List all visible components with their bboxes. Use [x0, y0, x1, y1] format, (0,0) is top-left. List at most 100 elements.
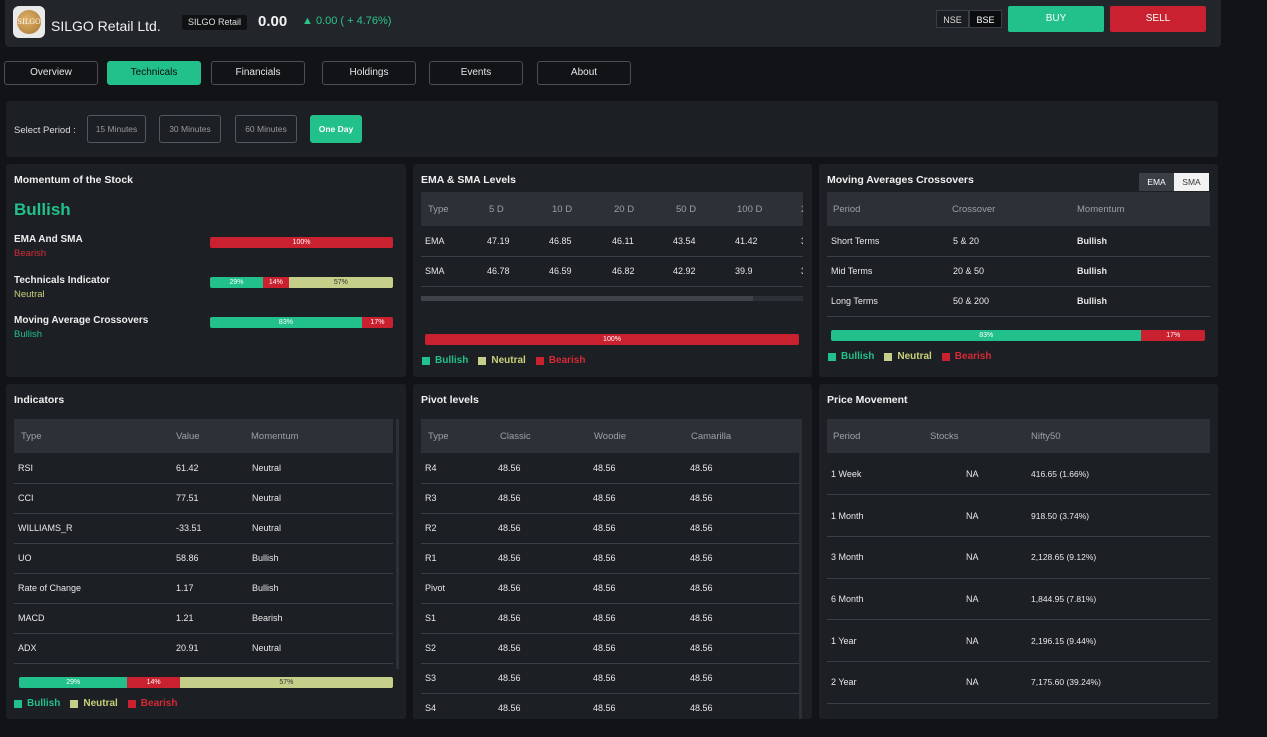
price-change: ▲ 0.00 ( + 4.76%) [302, 15, 391, 27]
table-cell: 3 [791, 226, 803, 257]
table-header-row: Type 5 D 10 D 20 D 50 D 100 D 2 [421, 192, 803, 226]
table-cell: 1.21 [168, 603, 251, 634]
legend-bullish: Bullish [14, 698, 60, 709]
period-15-minutes[interactable]: 15 Minutes [87, 115, 146, 143]
nse-toggle[interactable]: NSE [936, 10, 969, 28]
price-movement-table: Period Stocks Nifty50 1 Week NA 416.65 (1.… [827, 419, 1210, 704]
table-cell: ADX [14, 633, 168, 664]
pivot-table: Type Classic Woodie Camarilla R4 48.56 48.… [421, 419, 799, 719]
tab-holdings[interactable]: Holdings [322, 61, 416, 85]
table-cell: R2 [421, 513, 497, 544]
sma-toggle[interactable]: SMA [1174, 173, 1209, 191]
bar-segment: 83% [210, 317, 362, 328]
table-cell: 5 & 20 [952, 226, 1077, 257]
neutral-swatch [70, 699, 79, 708]
period-60-minutes[interactable]: 60 Minutes [235, 115, 297, 143]
table-cell: S1 [421, 603, 497, 634]
col-momentum: Momentum [251, 419, 393, 453]
col-classic: Classic [497, 419, 592, 453]
table-row: 6 Month NA 1,844.95 (7.81%) [827, 578, 1210, 621]
table-cell: NA [930, 578, 1031, 621]
table-cell: Bullish [1077, 226, 1210, 257]
table-cell: R4 [421, 453, 497, 484]
stock-header: SILGO SILGO Retail Ltd. SILGO Retail 0.0… [5, 0, 1221, 47]
table-cell: 42.92 [667, 256, 729, 287]
momentum-row-name: EMA And SMA [14, 234, 83, 245]
bar-segment: 57% [179, 677, 393, 688]
table-row: S3 48.56 48.56 48.56 [421, 663, 799, 694]
tab-events[interactable]: Events [429, 61, 523, 85]
table-cell: 20 & 50 [952, 256, 1077, 287]
table-row: RSI 61.42 Neutral [14, 453, 393, 484]
ema-sma-title: EMA & SMA Levels [421, 174, 516, 186]
col-5d: 5 D [481, 192, 543, 226]
bullish-swatch [422, 356, 430, 365]
table-cell: UO [14, 543, 168, 574]
col-nifty50: Nifty50 [1031, 419, 1210, 453]
table-cell: 50 & 200 [952, 286, 1077, 317]
table-row: 3 Month NA 2,128.65 (9.12%) [827, 536, 1210, 579]
table-cell: 48.56 [689, 663, 799, 694]
bullish-swatch [828, 352, 836, 361]
table-cell: 48.56 [689, 693, 799, 719]
momentum-bar: 100% [210, 237, 393, 248]
col-200d: 2 [791, 192, 803, 226]
scrollbar-thumb[interactable] [421, 296, 754, 301]
indicators-bar: 29% 14% 57% [19, 677, 393, 688]
ema-toggle[interactable]: EMA [1139, 173, 1174, 191]
table-cell: 48.56 [689, 483, 799, 514]
tab-about[interactable]: About [537, 61, 631, 85]
table-cell: 46.82 [605, 256, 667, 287]
table-cell: 48.56 [689, 513, 799, 544]
vertical-scrollbar[interactable] [396, 419, 399, 669]
table-cell: Bullish [1077, 286, 1210, 317]
table-cell: NA [930, 453, 1031, 496]
table-row: R3 48.56 48.56 48.56 [421, 483, 799, 514]
bse-toggle[interactable]: BSE [969, 10, 1002, 28]
table-row: Rate of Change 1.17 Bullish [14, 573, 393, 604]
period-one-day[interactable]: One Day [310, 115, 362, 143]
col-stocks: Stocks [930, 419, 1031, 453]
table-cell: NA [930, 619, 1031, 662]
tab-overview[interactable]: Overview [4, 61, 98, 85]
momentum-panel: Momentum of the Stock Bullish EMA And SM… [6, 164, 406, 377]
legend-label: Bullish [841, 351, 875, 362]
vertical-scrollbar[interactable] [799, 419, 802, 719]
table-cell: 48.56 [497, 633, 592, 664]
momentum-title: Momentum of the Stock [14, 174, 134, 186]
price-change-value: 0.00 ( + 4.76%) [315, 15, 392, 27]
table-cell: Neutral [251, 483, 393, 514]
legend-neutral: Neutral [478, 355, 526, 366]
table-cell: 6 Month [827, 578, 930, 621]
table-cell: Neutral [251, 453, 393, 484]
table-row: R2 48.56 48.56 48.56 [421, 513, 799, 544]
horizontal-scrollbar[interactable] [421, 296, 803, 301]
company-logo: SILGO [13, 6, 45, 38]
sell-button[interactable]: SELL [1110, 6, 1206, 32]
table-cell: 2 Year [827, 661, 930, 704]
momentum-row-name: Moving Average Crossovers [14, 315, 149, 326]
tab-technicals[interactable]: Technicals [107, 61, 201, 85]
legend: Bullish Neutral Bearish [14, 698, 177, 709]
table-header-row: Type Value Momentum [14, 419, 393, 453]
table-header-row: Period Stocks Nifty50 [827, 419, 1210, 453]
tab-financials[interactable]: Financials [211, 61, 305, 85]
momentum-row-status: Bullish [14, 329, 42, 340]
ema-sma-table-wrap[interactable]: Type 5 D 10 D 20 D 50 D 100 D 2 EMA 47.1… [421, 192, 803, 287]
table-cell: S3 [421, 663, 497, 694]
table-cell: WILLIAMS_R [14, 513, 168, 544]
buy-button[interactable]: BUY [1008, 6, 1104, 32]
period-30-minutes[interactable]: 30 Minutes [159, 115, 221, 143]
table-row: MACD 1.21 Bearish [14, 603, 393, 634]
table-cell: 48.56 [592, 543, 689, 574]
col-period: Period [827, 419, 930, 453]
table-cell: 48.56 [689, 453, 799, 484]
table-cell: 46.11 [605, 226, 667, 257]
neutral-swatch [478, 356, 487, 365]
crossovers-bar: 83% 17% [831, 330, 1205, 341]
col-type: Type [14, 419, 168, 453]
legend-bearish: Bearish [127, 698, 177, 709]
table-cell: 48.56 [497, 573, 592, 604]
table-row: Long Terms 50 & 200 Bullish [827, 286, 1210, 317]
momentum-row-name: Technicals Indicator [14, 275, 110, 286]
